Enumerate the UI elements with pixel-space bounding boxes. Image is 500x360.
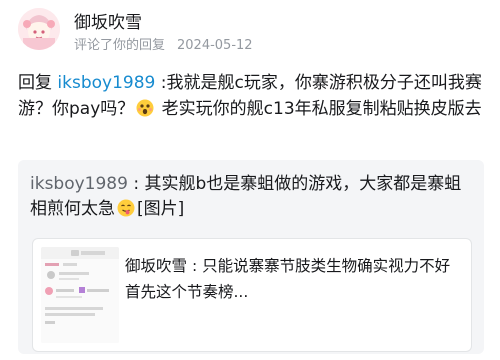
quoted-reply-text: iksboy1989 : 其实舰b也是寨蛆做的游戏，大家都是寨蛆相煎何太急 [图… bbox=[30, 172, 470, 222]
anime-avatar-icon bbox=[18, 8, 60, 50]
mention-link[interactable]: iksboy1989 bbox=[57, 73, 155, 93]
comment-text-part2: 老实玩你的舰c13年私服复制粘贴换皮版去 bbox=[156, 99, 482, 119]
quote-user-name[interactable]: iksboy1989 bbox=[30, 174, 128, 194]
nested-comment-text: 御坂吹雪 : 只能说寨寨节肢类生物确实视力不好 首先这个节奏榜... bbox=[125, 253, 460, 305]
notification-date: 2024-05-12 bbox=[177, 38, 253, 53]
shocked-face-emoji-icon bbox=[136, 99, 154, 117]
avatar[interactable] bbox=[18, 8, 60, 50]
image-tag[interactable]: [图片] bbox=[137, 199, 184, 219]
quoted-reply-box[interactable]: iksboy1989 : 其实舰b也是寨蛆做的游戏，大家都是寨蛆相煎何太急 [图… bbox=[18, 160, 484, 354]
sender-name[interactable]: 御坂吹雪 bbox=[74, 8, 142, 33]
card-user-name[interactable]: 御坂吹雪 bbox=[125, 257, 187, 275]
notification-meta: 评论了你的回复 2024-05-12 bbox=[74, 34, 253, 53]
nested-comment-card[interactable]: 御坂吹雪 : 只能说寨寨节肢类生物确实视力不好 首先这个节奏榜... bbox=[32, 238, 472, 352]
screenshot-thumbnail-icon bbox=[41, 247, 119, 343]
reply-prefix: 回复 bbox=[18, 73, 58, 93]
notification-page: 御坂吹雪 评论了你的回复 2024-05-12 回复 iksboy1989 :我就… bbox=[0, 0, 500, 360]
action-text: 评论了你的回复 bbox=[74, 38, 166, 53]
comment-body[interactable]: 回复 iksboy1989 :我就是舰c玩家，你寨游积极分子还叫我赛游？你pay… bbox=[18, 70, 486, 122]
notification-header: 御坂吹雪 评论了你的回复 2024-05-12 bbox=[18, 4, 488, 58]
card-thumbnail[interactable] bbox=[41, 247, 119, 343]
tongue-face-emoji-icon bbox=[117, 199, 135, 217]
